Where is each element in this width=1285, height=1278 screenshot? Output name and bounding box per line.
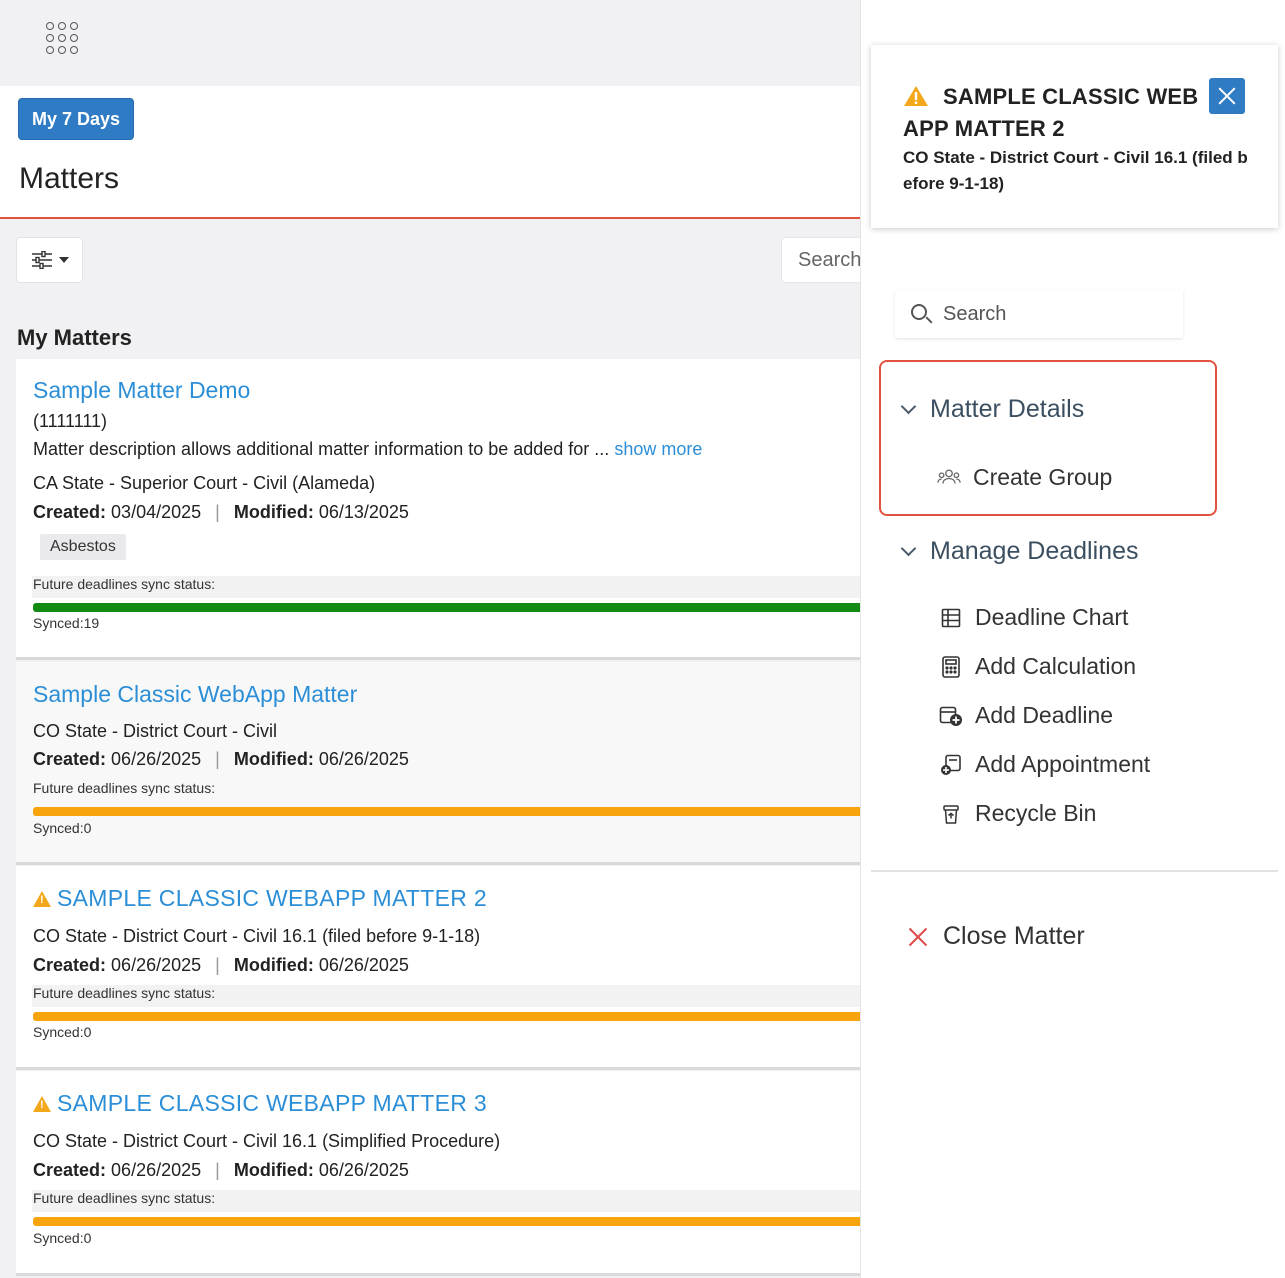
modified-date: 06/26/2025 bbox=[318, 749, 409, 769]
selected-matter-card: SAMPLE CLASSIC WEB APP MATTER 2 CO State… bbox=[871, 45, 1278, 228]
sync-status-label: Future deadlines sync status: bbox=[33, 1190, 216, 1206]
created-label: Created: bbox=[33, 955, 107, 975]
recycle-bin-icon bbox=[939, 802, 963, 826]
menu-item-add-calculation[interactable]: Add Calculation bbox=[939, 653, 1136, 680]
selected-matter-title: SAMPLE CLASSIC WEB APP MATTER 2 bbox=[903, 84, 1199, 141]
section-title: My Matters bbox=[17, 325, 132, 350]
matters-page: My 7 Days Matters My Matters Sample Matt… bbox=[0, 0, 860, 1278]
sync-status-label: Future deadlines sync status: bbox=[33, 780, 216, 796]
menu-item-add-deadline[interactable]: Add Deadline bbox=[939, 702, 1113, 729]
matter-card: SAMPLE CLASSIC WEBAPP MATTER 3 CO State … bbox=[16, 1071, 860, 1276]
chevron-down-icon bbox=[900, 398, 917, 415]
sync-progress-bar bbox=[33, 1012, 860, 1021]
matter-dates: Created: 06/26/2025 | Modified: 06/26/2025 bbox=[33, 749, 409, 769]
modified-label: Modified: bbox=[233, 502, 314, 522]
matter-number: (1111111) bbox=[33, 411, 108, 431]
selected-matter-court: CO State - District Court - Civil 16.1 (… bbox=[903, 148, 1248, 193]
divider bbox=[871, 870, 1278, 872]
matter-title-link[interactable]: SAMPLE CLASSIC WEBAPP MATTER 2 bbox=[33, 885, 487, 912]
synced-count: Synced:0 bbox=[33, 1024, 92, 1040]
synced-count: Synced:19 bbox=[33, 615, 100, 631]
matter-court: CO State - District Court - Civil bbox=[33, 721, 278, 741]
modified-label: Modified: bbox=[233, 955, 314, 975]
created-label: Created: bbox=[33, 1160, 107, 1180]
sliders-icon bbox=[31, 251, 52, 269]
close-panel-button[interactable] bbox=[1209, 78, 1245, 114]
close-matter-button[interactable]: Close Matter bbox=[907, 922, 1085, 951]
manage-deadlines-group-toggle[interactable]: Manage Deadlines bbox=[900, 537, 1139, 566]
created-date: 06/26/2025 bbox=[111, 955, 202, 975]
panel-search-input[interactable] bbox=[943, 298, 1163, 330]
matter-court: CA State - Superior Court - Civil (Alame… bbox=[33, 473, 376, 493]
add-appointment-icon bbox=[939, 753, 963, 777]
warning-icon bbox=[33, 891, 51, 907]
table-chart-icon bbox=[939, 606, 963, 630]
matter-dates: Created: 06/26/2025 | Modified: 06/26/2025 bbox=[33, 1160, 409, 1180]
description-text: Matter description allows additional mat… bbox=[33, 439, 610, 459]
matter-title-link[interactable]: Sample Matter Demo bbox=[33, 377, 250, 404]
sync-progress-bar bbox=[33, 1217, 860, 1226]
menu-item-label: Recycle Bin bbox=[975, 800, 1097, 826]
caret-down-icon bbox=[58, 257, 69, 263]
created-label: Created: bbox=[33, 749, 107, 769]
page-header: My 7 Days Matters bbox=[0, 86, 860, 219]
group-label: Matter Details bbox=[930, 395, 1085, 423]
sync-progress-bar bbox=[33, 603, 860, 612]
sync-status-label: Future deadlines sync status: bbox=[33, 576, 216, 592]
matter-title-link[interactable]: Sample Classic WebApp Matter bbox=[33, 681, 357, 708]
app-launcher-icon[interactable] bbox=[46, 22, 80, 56]
warning-icon bbox=[33, 1096, 51, 1112]
matter-card: Sample Matter Demo (1111111) Matter desc… bbox=[16, 359, 860, 660]
menu-item-add-appointment[interactable]: Add Appointment bbox=[939, 751, 1150, 778]
modified-date: 06/26/2025 bbox=[318, 955, 409, 975]
sync-progress-bar bbox=[33, 807, 860, 816]
close-icon bbox=[907, 926, 929, 948]
sync-status-label: Future deadlines sync status: bbox=[33, 985, 216, 1001]
created-date: 06/26/2025 bbox=[111, 1160, 202, 1180]
matter-title-link[interactable]: SAMPLE CLASSIC WEBAPP MATTER 3 bbox=[33, 1090, 487, 1117]
matter-details-group-toggle[interactable]: Matter Details bbox=[900, 395, 1085, 424]
filter-button[interactable] bbox=[16, 237, 83, 283]
matter-card: Sample Classic WebApp Matter CO State - … bbox=[16, 662, 860, 865]
matter-tag: Asbestos bbox=[40, 534, 126, 560]
created-date: 06/26/2025 bbox=[111, 749, 202, 769]
modified-date: 06/26/2025 bbox=[318, 1160, 409, 1180]
synced-count: Synced:0 bbox=[33, 1230, 92, 1246]
close-matter-label: Close Matter bbox=[943, 922, 1085, 950]
matter-card: SAMPLE CLASSIC WEBAPP MATTER 2 CO State … bbox=[16, 866, 860, 1070]
created-label: Created: bbox=[33, 502, 107, 522]
synced-count: Synced:0 bbox=[33, 820, 92, 836]
chevron-down-icon bbox=[900, 540, 917, 557]
panel-search bbox=[895, 290, 1183, 338]
search-icon bbox=[911, 304, 927, 320]
modified-label: Modified: bbox=[233, 1160, 314, 1180]
menu-item-create-group[interactable]: Create Group bbox=[937, 464, 1112, 491]
menu-item-label: Create Group bbox=[973, 464, 1113, 490]
show-more-link[interactable]: show more bbox=[614, 439, 702, 459]
matter-side-panel: SAMPLE CLASSIC WEB APP MATTER 2 CO State… bbox=[860, 0, 1285, 1278]
calculator-icon bbox=[939, 655, 963, 679]
menu-item-deadline-chart[interactable]: Deadline Chart bbox=[939, 604, 1128, 631]
created-date: 03/04/2025 bbox=[111, 502, 202, 522]
matter-dates: Created: 06/26/2025 | Modified: 06/26/2025 bbox=[33, 955, 409, 975]
matter-dates: Created: 03/04/2025 | Modified: 06/13/2025 bbox=[33, 502, 409, 522]
matter-court: CO State - District Court - Civil 16.1 (… bbox=[33, 926, 481, 946]
menu-item-label: Add Deadline bbox=[975, 702, 1114, 728]
group-icon bbox=[937, 466, 961, 490]
menu-item-label: Add Appointment bbox=[975, 751, 1151, 777]
matter-description: Matter description allows additional mat… bbox=[33, 439, 702, 460]
menu-item-recycle-bin[interactable]: Recycle Bin bbox=[939, 800, 1096, 827]
menu-item-label: Deadline Chart bbox=[975, 604, 1129, 630]
highlight-box bbox=[879, 360, 1217, 516]
group-label: Manage Deadlines bbox=[930, 537, 1139, 565]
modified-label: Modified: bbox=[233, 749, 314, 769]
my-7-days-button[interactable]: My 7 Days bbox=[18, 98, 135, 140]
add-deadline-icon bbox=[939, 704, 963, 728]
matter-court: CO State - District Court - Civil 16.1 (… bbox=[33, 1131, 501, 1151]
page-title: Matters bbox=[19, 162, 120, 195]
menu-item-label: Add Calculation bbox=[975, 653, 1137, 679]
modified-date: 06/13/2025 bbox=[318, 502, 409, 522]
matters-search-input[interactable] bbox=[781, 237, 860, 283]
